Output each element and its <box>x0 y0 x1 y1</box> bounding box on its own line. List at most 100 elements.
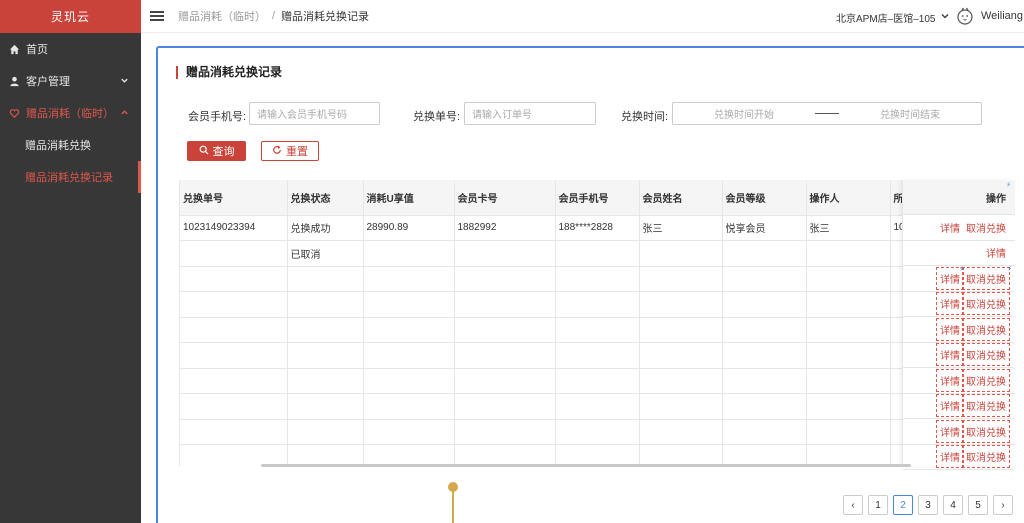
order-input[interactable]: 请输入订单号 <box>464 102 596 125</box>
store-name: 北京APM店–医馆–105 <box>836 14 936 25</box>
sidebar-subitem-gift-exchange-records[interactable]: 赠品消耗兑换记录 <box>0 161 141 193</box>
cancel-exchange-link[interactable]: 取消兑换 <box>962 292 1010 316</box>
table-cell <box>287 393 364 420</box>
table-row <box>180 266 1015 292</box>
time-label: 兑换时间: <box>621 111 669 123</box>
detail-link[interactable]: 详情 <box>936 317 964 341</box>
operations-row: 详情 <box>903 241 1014 266</box>
table-cell <box>722 419 807 445</box>
table-row <box>180 368 1015 394</box>
table-cell <box>454 291 556 318</box>
table-cell <box>722 368 807 394</box>
detail-link[interactable]: 详情 <box>936 266 964 290</box>
table-cell <box>806 266 891 292</box>
table-cell <box>639 266 723 292</box>
table-cell <box>722 444 807 466</box>
top-header: 赠品消耗（临时） / 赠品消耗兑换记录 北京APM店–医馆–105 Weilia… <box>141 0 1024 33</box>
date-range-picker[interactable]: 兑换时间开始 兑换时间结束 <box>672 102 982 125</box>
slider-handle[interactable] <box>448 482 458 492</box>
breadcrumb: 赠品消耗（临时） / 赠品消耗兑换记录 <box>178 8 369 24</box>
table-cell <box>454 444 556 466</box>
table-cell <box>722 240 807 267</box>
table-row <box>180 317 1015 343</box>
sidebar-subitem-gift-exchange[interactable]: 赠品消耗兑换 <box>0 129 141 161</box>
cancel-exchange-link[interactable]: 取消兑换 <box>962 266 1010 290</box>
table-cell <box>454 266 556 292</box>
table-cell <box>363 317 455 343</box>
query-button[interactable]: 查询 <box>187 141 246 161</box>
sidebar-item-label: 首页 <box>26 44 48 56</box>
bolt-icon: ⚡ <box>1006 182 1011 189</box>
page-button-current[interactable]: 2 <box>893 495 913 515</box>
brand-logo: 灵玑云 <box>0 0 141 33</box>
cancel-exchange-link[interactable]: 取消兑换 <box>962 317 1010 341</box>
page-button[interactable]: 5 <box>968 495 988 515</box>
page-button[interactable]: 4 <box>943 495 963 515</box>
detail-link[interactable]: 详情 <box>936 445 964 469</box>
next-page-button[interactable]: › <box>993 495 1013 515</box>
cancel-exchange-link[interactable]: 取消兑换 <box>962 343 1010 367</box>
cancel-exchange-link[interactable]: 取消兑换 <box>962 445 1010 469</box>
order-label: 兑换单号: <box>413 111 461 123</box>
sidebar-item-label: 客户管理 <box>26 76 70 88</box>
table-cell: 悦享会员 <box>722 215 807 241</box>
username[interactable]: Weiliang <box>981 10 1023 22</box>
bolt-icon: ⚡ <box>959 266 964 273</box>
breadcrumb-parent[interactable]: 赠品消耗（临时） <box>178 8 266 24</box>
table-cell <box>639 342 723 369</box>
horizontal-scrollbar[interactable] <box>261 464 911 467</box>
cancel-exchange-link[interactable]: 取消兑换 <box>962 368 1010 392</box>
table-cell <box>363 342 455 369</box>
sidebar-item-customers[interactable]: 客户管理 <box>0 65 141 97</box>
detail-link[interactable]: 详情 <box>936 343 964 367</box>
page-button[interactable]: 3 <box>918 495 938 515</box>
table-cell <box>722 342 807 369</box>
table-cell <box>363 291 455 318</box>
menu-toggle-icon[interactable] <box>150 11 164 21</box>
table-cell <box>806 240 891 267</box>
cancel-exchange-link[interactable]: 取消兑换 <box>962 419 1010 443</box>
cancel-exchange-link[interactable]: 取消兑换 <box>962 394 1010 418</box>
table-header-row: 兑换单号 兑换状态 消耗U享值 会员卡号 会员手机号 会员姓名 会员等级 操作人… <box>180 180 1015 216</box>
table-cell <box>639 444 723 466</box>
table-cell <box>363 266 455 292</box>
operations-row: 详情 取消兑换 <box>903 317 1014 343</box>
refresh-icon <box>272 145 282 158</box>
phone-input[interactable]: 请输入会员手机号码 <box>249 102 380 125</box>
bolt-icon: ⚡ <box>1007 266 1012 273</box>
table-cell <box>639 317 723 343</box>
column-header: 会员姓名 <box>639 180 723 216</box>
detail-link[interactable]: 详情 <box>940 220 960 235</box>
reset-button[interactable]: 重置 <box>261 141 319 161</box>
operations-row: 详情 取消兑换 <box>903 445 1014 470</box>
table-cell <box>180 419 288 445</box>
table-cell <box>722 317 807 343</box>
table-cell <box>363 419 455 445</box>
time-end-input[interactable]: 兑换时间结束 <box>839 106 981 121</box>
table-row <box>180 291 1015 318</box>
avatar-icon[interactable] <box>955 6 975 26</box>
detail-link[interactable]: 详情 <box>986 245 1006 260</box>
detail-link[interactable]: 详情 <box>936 419 964 443</box>
operations-row: 详情 取消兑换 <box>903 215 1014 241</box>
cancel-exchange-link[interactable]: 取消兑换 <box>966 220 1006 235</box>
store-selector[interactable]: 北京APM店–医馆–105 <box>836 10 950 25</box>
time-start-input[interactable]: 兑换时间开始 <box>673 106 815 121</box>
operations-row: 详情 取消兑换 <box>903 419 1014 445</box>
sidebar-item-label: 赠品消耗（临时） <box>26 108 114 120</box>
detail-link[interactable]: 详情 <box>936 292 964 316</box>
detail-link[interactable]: 详情 <box>936 368 964 392</box>
page-button[interactable]: 1 <box>868 495 888 515</box>
table-cell <box>180 393 288 420</box>
table-cell <box>555 419 640 445</box>
table-cell <box>287 291 364 318</box>
column-header: 会员手机号 <box>555 180 640 216</box>
table-row <box>180 393 1015 420</box>
content-card: 赠品消耗兑换记录 会员手机号: 请输入会员手机号码 兑换单号: 请输入订单号 兑… <box>156 46 1024 523</box>
prev-page-button[interactable]: ‹ <box>843 495 863 515</box>
detail-link[interactable]: 详情 <box>936 394 964 418</box>
sidebar-item-home[interactable]: 首页 <box>0 33 141 65</box>
sidebar-item-gift-consumption[interactable]: 赠品消耗（临时） <box>0 97 141 129</box>
table-cell <box>555 317 640 343</box>
page-title: 赠品消耗兑换记录 <box>176 66 282 79</box>
